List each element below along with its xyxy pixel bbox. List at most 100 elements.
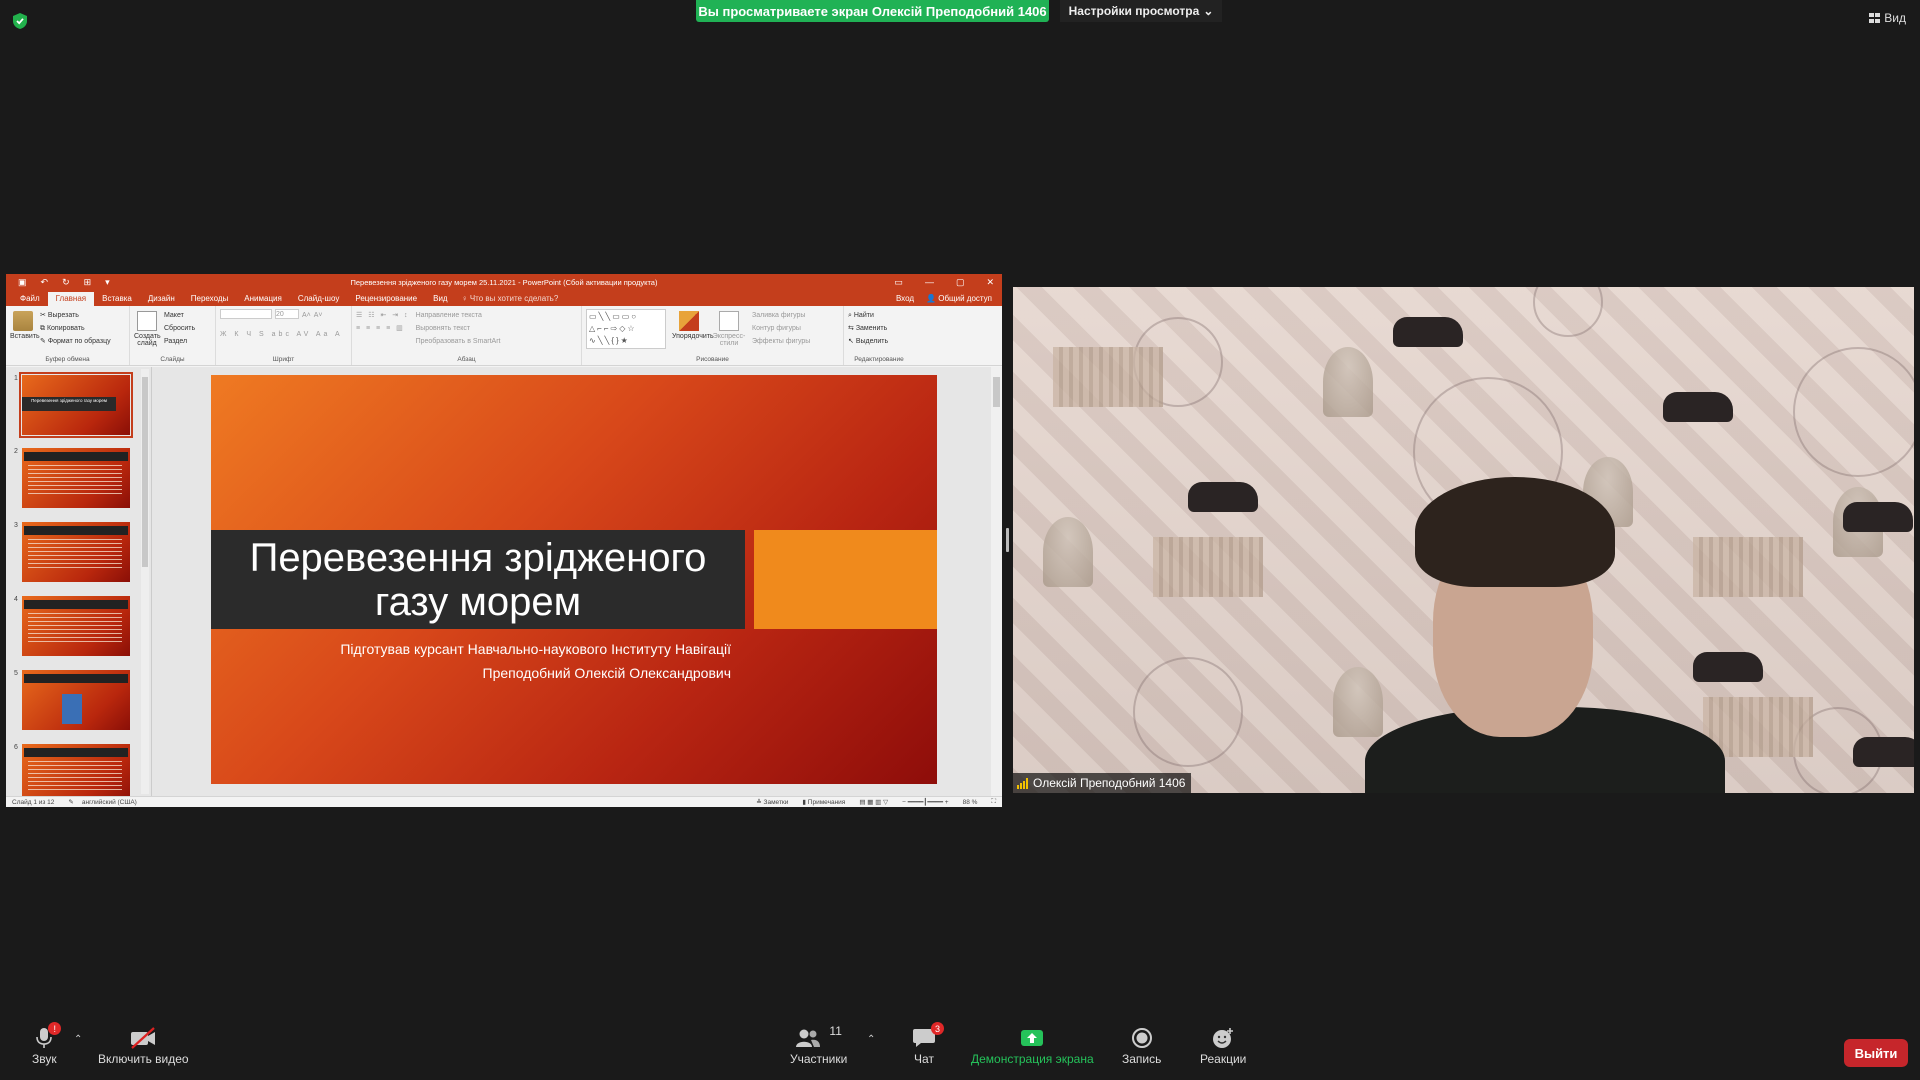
zoom-slider[interactable]: − ━━━━┃━━━━ + (902, 798, 948, 806)
participant-video[interactable]: Олексій Преподобний 1406 (1013, 287, 1914, 793)
new-slide-icon (137, 311, 157, 331)
tab-slideshow[interactable]: Слайд-шоу (290, 292, 347, 306)
tab-home[interactable]: Главная (47, 292, 95, 306)
thumbnails-scrollbar[interactable] (141, 369, 149, 794)
text-direction-button[interactable]: Направление текста (416, 309, 501, 322)
tab-review[interactable]: Рецензирование (347, 292, 425, 306)
language-indicator[interactable]: английский (США) (82, 799, 137, 806)
slide-thumbnail[interactable]: Перевезення зрідженого газу морем (19, 372, 133, 438)
copy-button[interactable]: ⧉ Копировать (40, 322, 111, 335)
select-label: Выделить (855, 338, 889, 345)
tab-file[interactable]: Файл (12, 292, 48, 306)
ppt-window-title: Перевезення зрідженого газу морем 25.11.… (350, 278, 658, 287)
reset-button[interactable]: Сбросить (164, 322, 195, 335)
slide-thumbnail[interactable] (22, 670, 130, 730)
notes-button[interactable]: ≙ Заметки (756, 798, 788, 806)
wallpaper-clock (1533, 287, 1603, 337)
share-button[interactable]: 👤 Общий доступ (926, 294, 992, 303)
chat-icon: 3 (912, 1022, 944, 1052)
font-name-field[interactable] (220, 309, 272, 319)
tab-view[interactable]: Вид (425, 292, 455, 306)
shape-effects-button[interactable]: Эффекты фигуры (752, 335, 810, 348)
editor-scrollbar[interactable] (991, 367, 1002, 796)
grow-font-icon[interactable]: A˄ (302, 309, 311, 322)
comments-label: Примечания (807, 799, 846, 806)
new-slide-label: Создать слайд (134, 333, 161, 347)
smartart-button[interactable]: Преобразовать в SmartArt (416, 335, 501, 348)
ppt-title-bar: ▣ ↶ ↻ ⊞ ▾ Перевезення зрідженого газу мо… (6, 274, 1002, 291)
slide-thumbnail[interactable] (22, 744, 130, 796)
zoom-level[interactable]: 88 % (963, 799, 978, 806)
editing-group-label: Редактирование (854, 356, 904, 363)
chat-button[interactable]: 3 Чат (912, 1022, 944, 1066)
sign-in-link[interactable]: Вход (896, 294, 914, 303)
fit-slide-icon[interactable]: ⛶ (991, 798, 996, 806)
view-button[interactable]: Вид (1869, 11, 1906, 25)
quick-styles-button[interactable]: Экспресс-стили (712, 309, 746, 349)
shapes-gallery[interactable]: ▭╲╲▭▭○ △⌐⌐⇨◇☆ ∿╲╲{}★ (586, 309, 666, 349)
audio-button[interactable]: ! Звук (32, 1022, 62, 1066)
slide-counter: Слайд 1 из 12 (12, 798, 55, 806)
font-style-buttons[interactable]: Ж К Ч S abc AV Aa A (220, 328, 347, 341)
align-text-button[interactable]: Выровнять текст (416, 322, 501, 335)
slide-title[interactable]: Перевезення зрідженого газу морем (211, 536, 745, 624)
wallpaper-building (1053, 347, 1163, 407)
reactions-button[interactable]: Реакции (1200, 1024, 1246, 1066)
paste-button[interactable]: Вставить (10, 309, 40, 348)
audio-label: Звук (32, 1052, 57, 1066)
record-label: Запись (1122, 1052, 1162, 1066)
maximize-icon[interactable]: ▢ (956, 277, 965, 288)
replace-button[interactable]: ⇆ Заменить (848, 322, 910, 335)
replace-label: Заменить (855, 325, 888, 332)
paragraph-buttons[interactable]: ☰ ☷ ⇤ ⇥ ↕ ≡ ≡ ≡ ≡ ▥ (356, 309, 410, 348)
section-button[interactable]: Раздел (164, 335, 195, 348)
select-button[interactable]: ↖ Выделить (848, 335, 910, 348)
slide-thumbnail[interactable] (22, 596, 130, 656)
start-video-button[interactable]: Включить видео (98, 1024, 189, 1066)
shrink-font-icon[interactable]: A˅ (314, 309, 323, 322)
slide-editor[interactable]: Перевезення зрідженого газу морем Підгот… (152, 367, 1002, 796)
group-font: 20 A˄ A˅ Ж К Ч S abc AV Aa A Шрифт (216, 306, 352, 365)
comments-button[interactable]: ▮ Примечания (802, 798, 845, 806)
new-slide-button[interactable]: Создать слайд (134, 309, 161, 348)
arrange-button[interactable]: Упорядочить (672, 309, 714, 349)
format-painter-button[interactable]: ✎ Формат по образцу (40, 335, 111, 348)
tab-animations[interactable]: Анимация (236, 292, 290, 306)
cut-button[interactable]: ✂ Вырезать (40, 309, 111, 322)
shared-screen-powerpoint[interactable]: ▣ ↶ ↻ ⊞ ▾ Перевезення зрідженого газу мо… (6, 274, 1002, 807)
slide-thumbnail[interactable] (22, 522, 130, 582)
spellcheck-icon[interactable]: ✎ (68, 798, 73, 806)
view-mode-buttons[interactable]: ▤ ▦ ▥ ▽ (859, 798, 888, 806)
shape-fill-button[interactable]: Заливка фигуры (752, 309, 810, 322)
find-button[interactable]: ⌕ Найти (848, 309, 910, 322)
leave-meeting-button[interactable]: Выйти (1844, 1039, 1908, 1067)
close-icon[interactable]: ✕ (986, 277, 994, 288)
subtitle-line-2: Преподобний Олексій Олександрович (482, 665, 732, 681)
thumb-header (24, 674, 128, 683)
share-screen-button[interactable]: Демонстрация экрана (971, 1024, 1094, 1066)
scrollbar-thumb[interactable] (993, 377, 1000, 407)
tab-transitions[interactable]: Переходы (183, 292, 237, 306)
wallpaper-dome (1323, 347, 1373, 417)
slide-thumbnail[interactable] (22, 448, 130, 508)
participants-button[interactable]: 11 Участники (790, 1024, 847, 1066)
font-size-field[interactable]: 20 (275, 309, 299, 319)
slide-subtitle[interactable]: Підготував курсант Навчально-наукового І… (340, 637, 731, 685)
tab-insert[interactable]: Вставка (94, 292, 140, 306)
audio-options-caret[interactable]: ⌃ (74, 1034, 82, 1045)
shape-outline-button[interactable]: Контур фигуры (752, 322, 810, 335)
minimize-icon[interactable]: — (925, 277, 934, 288)
tab-design[interactable]: Дизайн (140, 292, 183, 306)
ribbon-display-icon[interactable]: ▭ (894, 277, 903, 288)
record-button[interactable]: Запись (1122, 1024, 1161, 1066)
split-divider-handle[interactable] (1006, 528, 1009, 552)
scrollbar-thumb[interactable] (142, 377, 148, 567)
layout-button[interactable]: Макет (164, 309, 195, 322)
view-options-dropdown[interactable]: Настройки просмотра ⌄ (1060, 0, 1222, 22)
encryption-shield-icon[interactable] (12, 12, 28, 30)
tell-me-search[interactable]: ♀ Что вы хотите сделать? (456, 292, 565, 306)
current-slide[interactable]: Перевезення зрідженого газу морем Підгот… (211, 375, 937, 784)
slide-thumbnails-pane[interactable]: 1 Перевезення зрідженого газу морем 2 3 … (6, 367, 152, 796)
group-drawing: ▭╲╲▭▭○ △⌐⌐⇨◇☆ ∿╲╲{}★ Упорядочить Экспресс-… (582, 306, 844, 365)
participants-options-caret[interactable]: ⌃ (867, 1034, 875, 1045)
